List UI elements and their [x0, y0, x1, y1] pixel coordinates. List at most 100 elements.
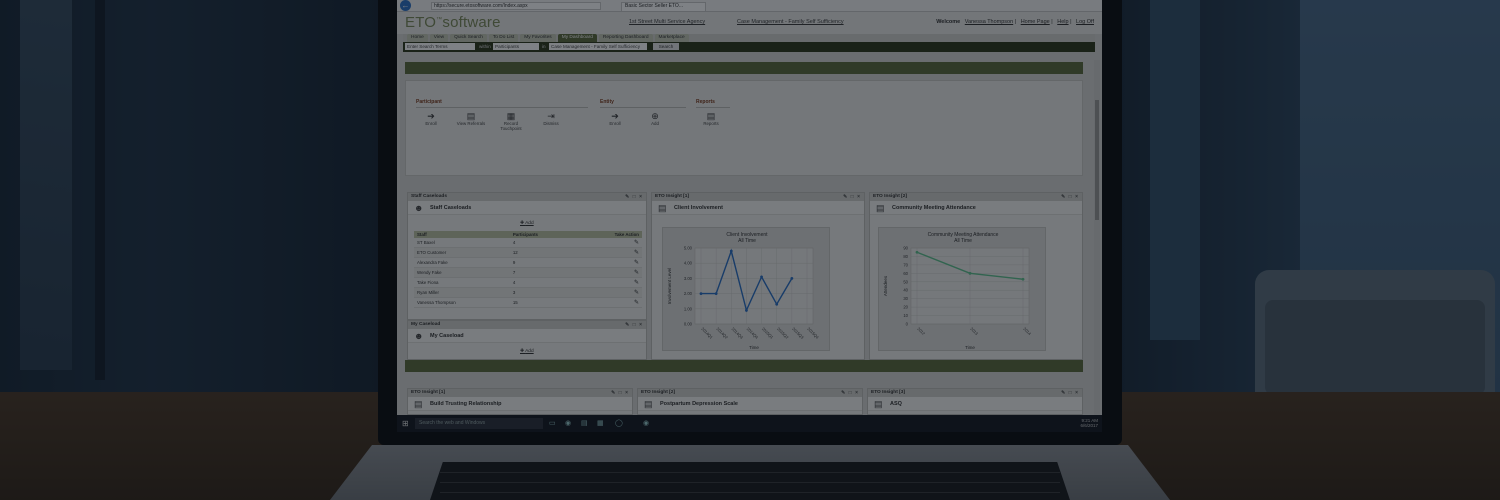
- edge-browser-icon[interactable]: ◉: [565, 419, 571, 427]
- widget-tools-icon[interactable]: ✎ □ ×: [1061, 193, 1079, 201]
- nav-tab[interactable]: Quick Search: [450, 34, 487, 42]
- edit-icon[interactable]: ✎: [634, 300, 639, 306]
- ie-browser-icon[interactable]: ◯: [615, 419, 623, 427]
- nav-tab[interactable]: Reporting Dashboard: [598, 34, 653, 42]
- back-arrow-icon[interactable]: ←: [400, 0, 411, 11]
- launchpad-panel: Participant ➔ Enroll ▤ View Referrals ▦ Rec…: [405, 80, 1083, 176]
- entity-title: Entity: [600, 99, 686, 108]
- entity-enroll[interactable]: ➔ Enroll: [600, 112, 630, 127]
- y-axis-label: Attendees: [883, 275, 888, 296]
- widget-title: Staff Caseloads: [430, 205, 472, 211]
- ie-active-icon[interactable]: ◉: [643, 419, 649, 427]
- laptop-screen: ← https://secure.etosoftware.com/Index.a…: [397, 0, 1102, 432]
- nav-tab[interactable]: My Dashboard: [557, 34, 597, 42]
- search-button[interactable]: Search: [653, 43, 679, 50]
- y-tick-label: 0.00: [684, 322, 693, 327]
- staff-name[interactable]: Ryan Miller: [414, 287, 510, 298]
- widget-title: Client Involvement: [674, 205, 723, 211]
- y-tick-label: 90: [903, 246, 908, 251]
- widget-title: My Caseload: [430, 333, 464, 339]
- store-icon[interactable]: ▦: [597, 419, 604, 427]
- widget-tools-icon[interactable]: ✎ □ ×: [841, 389, 859, 397]
- search-input[interactable]: Enter Search Terms: [405, 43, 475, 50]
- file-explorer-icon[interactable]: ▤: [581, 419, 588, 427]
- widget-header: ETO Insight [1]: [655, 194, 690, 199]
- nav-tab[interactable]: Home: [407, 34, 428, 42]
- log-off-link[interactable]: Log Off: [1076, 19, 1094, 25]
- nav-tab[interactable]: View: [429, 34, 449, 42]
- folder-icon: ▤: [466, 111, 476, 121]
- record-touchpoint[interactable]: ▦ Record Touchpoint: [496, 111, 526, 132]
- entity-add[interactable]: ⊕ Add: [640, 112, 670, 127]
- dismiss[interactable]: ⇥ Dismiss: [536, 112, 566, 131]
- section-divider: [405, 62, 1083, 74]
- staff-name[interactable]: Wendy Fake: [414, 267, 510, 278]
- taskbar-clock: 9:21 AM 6/6/2017: [1080, 418, 1098, 428]
- y-tick-label: 2.00: [684, 291, 693, 296]
- document-icon: ▦: [506, 111, 516, 121]
- reports-title: Reports: [696, 99, 730, 108]
- help-link[interactable]: Help: [1057, 19, 1068, 25]
- widget-title: Community Meeting Attendance: [892, 205, 976, 211]
- taskbar-search[interactable]: Search the web and Windows: [415, 418, 543, 429]
- scroll-thumb[interactable]: [1095, 100, 1099, 220]
- x-tick-label: 2014Q1: [700, 326, 714, 340]
- edit-icon[interactable]: ✎: [634, 260, 639, 266]
- edit-icon[interactable]: ✎: [634, 290, 639, 296]
- nav-tab[interactable]: Marketplace: [654, 34, 689, 42]
- participant-enroll[interactable]: ➔ Enroll: [416, 112, 446, 131]
- x-tick-label: 2014Q2: [715, 326, 729, 340]
- keyboard-row: [440, 492, 1060, 493]
- staff-name[interactable]: ST Baxel: [414, 238, 510, 248]
- program-link[interactable]: Case Management - Family Self Sufficienc…: [737, 19, 844, 25]
- client-involvement-widget: ETO Insight [1] ✎ □ × ▤ Client Involvemen…: [651, 192, 865, 360]
- column-header: Take Action: [576, 231, 642, 238]
- page-scrollbar[interactable]: [1094, 60, 1100, 415]
- widget-tools-icon[interactable]: ✎ □ ×: [625, 193, 643, 201]
- widget-tools-icon[interactable]: ✎ □ ×: [843, 193, 861, 201]
- staff-name[interactable]: ETO Customer: [414, 247, 510, 258]
- staff-caseloads-widget: Staff Caseloads ✎ □ × ☻ Staff Caseloads ✚…: [407, 192, 647, 320]
- widget-header: ETO Insight [3]: [871, 390, 906, 395]
- user-name-link[interactable]: Vanessa Thompson: [965, 19, 1013, 25]
- data-point: [714, 292, 718, 295]
- home-page-link[interactable]: Home Page: [1021, 19, 1050, 25]
- table-row: Vanessa Thompson 15 ✎: [414, 297, 642, 308]
- people-icon: ☻: [414, 331, 424, 341]
- add-link[interactable]: ✚ Add: [520, 221, 534, 226]
- edit-icon[interactable]: ✎: [634, 270, 639, 276]
- nav-tab[interactable]: My Favorites: [520, 34, 556, 42]
- section-divider: [405, 360, 1083, 372]
- program-select[interactable]: Case Management - Family Self Sufficienc…: [549, 43, 647, 50]
- widget-tools-icon[interactable]: ✎ □ ×: [1061, 389, 1079, 397]
- staff-name[interactable]: Take Fiona: [414, 277, 510, 288]
- browser-tab[interactable]: Basic Sector Seller ETO...: [621, 2, 706, 11]
- staff-name[interactable]: Alexandra Fake: [414, 257, 510, 268]
- bar-chart-icon: ▤: [876, 203, 885, 213]
- address-bar[interactable]: https://secure.etosoftware.com/Index.asp…: [431, 2, 601, 10]
- bar-chart-icon: ▤: [706, 111, 716, 121]
- client-involvement-chart: Client Involvement All Time 0.00 1.00 2.00 3.…: [662, 227, 830, 351]
- widget-header: Staff Caseloads: [411, 194, 447, 199]
- data-point: [1021, 277, 1025, 281]
- nav-tab[interactable]: To Do List: [488, 34, 519, 42]
- entity-select[interactable]: Participants: [493, 43, 539, 50]
- windows-start-icon[interactable]: ⊞: [402, 419, 409, 428]
- x-tick-label: 2015Q3: [791, 326, 805, 340]
- add-link[interactable]: ✚ Add: [520, 349, 534, 354]
- staff-name[interactable]: Vanessa Thompson: [414, 297, 510, 308]
- view-referrals[interactable]: ▤ View Referrals: [456, 111, 486, 131]
- edit-icon[interactable]: ✎: [634, 280, 639, 286]
- widget-tools-icon[interactable]: ✎ □ ×: [625, 321, 643, 329]
- eto-logo: ETO™software: [405, 14, 501, 31]
- task-view-icon[interactable]: ▭: [549, 419, 556, 427]
- widget-title: Build Trusting Relationship: [430, 401, 502, 407]
- take-action-cell: ✎: [576, 247, 642, 258]
- reports-launch[interactable]: ▤ Reports: [696, 111, 726, 127]
- edit-icon[interactable]: ✎: [634, 250, 639, 256]
- widget-tools-icon[interactable]: ✎ □ ×: [611, 389, 629, 397]
- agency-link[interactable]: 1st Street Multi Service Agency: [629, 19, 705, 25]
- column-header: Staff: [414, 231, 510, 238]
- data-point: [790, 277, 794, 280]
- edit-icon[interactable]: ✎: [634, 240, 639, 246]
